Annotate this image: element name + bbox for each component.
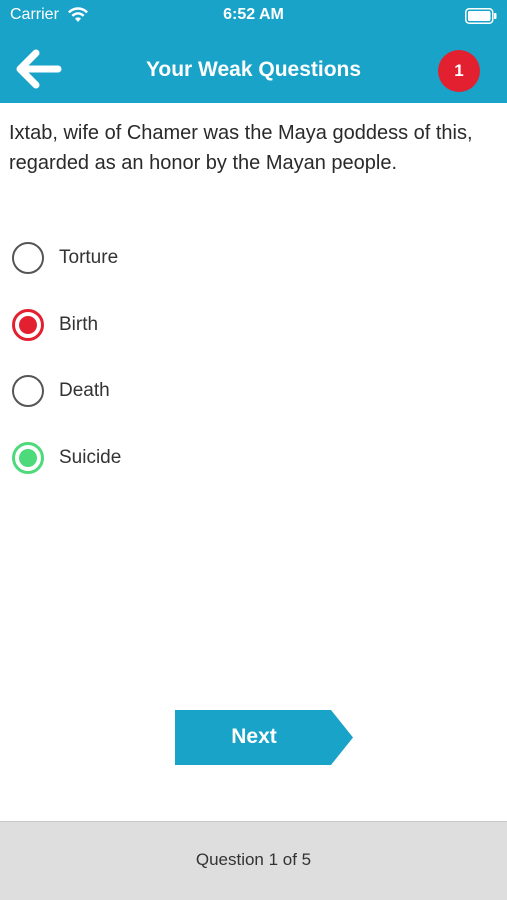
option-suicide[interactable]: Suicide [0,425,507,492]
option-label: Suicide [59,446,122,468]
footer-bar: Question 1 of 5 [0,821,507,900]
weak-count-badge[interactable]: 1 [438,50,480,92]
next-button[interactable]: Next [175,710,353,765]
option-label: Torture [59,247,119,268]
radio-unselected-icon[interactable] [12,375,44,408]
answer-options: Torture Birth Death Suicide [0,225,507,491]
top-bar: Carrier 6:52 AM Your Weak Questions 1 [0,0,507,103]
option-label: Birth [59,313,99,335]
page-title: Your Weak Questions [145,58,362,81]
radio-correct-icon[interactable] [12,441,44,474]
next-button-label: Next [231,725,277,748]
status-bar: Carrier 6:52 AM [0,0,507,30]
option-birth[interactable]: Birth [0,292,507,359]
app-screen: Carrier 6:52 AM Your Weak Questions 1 Ix… [0,0,507,900]
navigation-bar: Your Weak Questions 1 [0,36,507,103]
option-death[interactable]: Death [0,358,507,425]
radio-selected-wrong-icon[interactable] [12,308,44,341]
battery-icon [465,8,497,24]
option-label: Death [59,380,110,402]
option-torture[interactable]: Torture [0,225,507,292]
question-progress: Question 1 of 5 [195,850,312,869]
clock: 6:52 AM [223,6,284,23]
radio-unselected-icon[interactable] [12,242,44,274]
question-text: Ixtab, wife of Chamer was the Maya godde… [9,122,473,174]
